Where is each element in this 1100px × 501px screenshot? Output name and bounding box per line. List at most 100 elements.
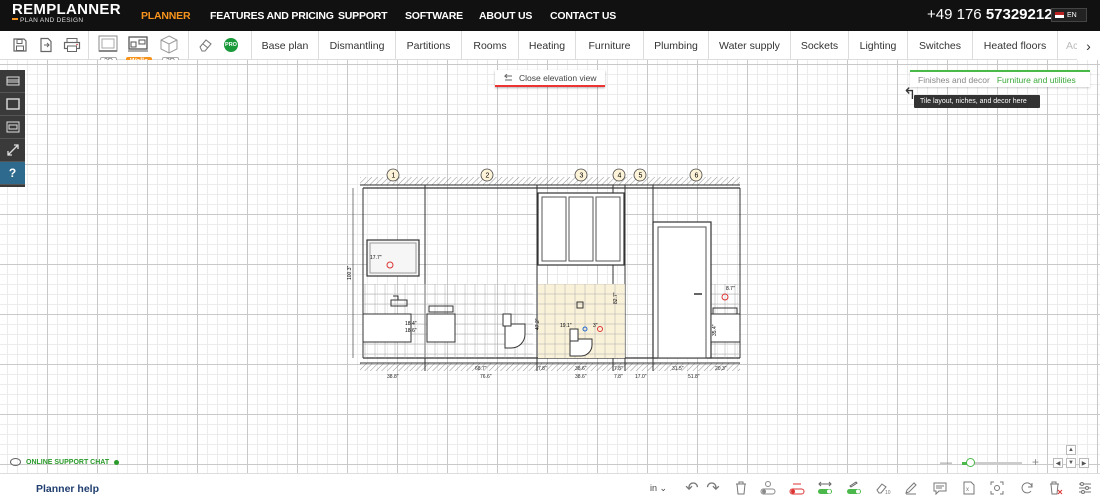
zoom-out-button[interactable]: — [940,455,952,469]
tab-heated-floors[interactable]: Heated floors [972,31,1057,60]
tab-lighting[interactable]: Lighting [848,31,907,60]
nav-support[interactable]: SUPPORT [338,10,388,22]
dim-bottom-17-0: 17.0" [635,374,647,380]
nav-contact-us[interactable]: CONTACT US [550,10,616,22]
pan-left-icon[interactable]: ◀ [1053,458,1063,468]
redo-icon[interactable]: ↷ [704,480,722,497]
tab-dismantling[interactable]: Dismantling [318,31,395,60]
bottom-bar: Planner help in ⌄ ↶ ↷ 10 x [0,473,1100,501]
mirror: 17.7" [366,239,420,277]
print-icon[interactable] [63,36,81,54]
dim-82-7: 82.7" [613,292,619,304]
settings-sliders-icon[interactable] [1076,480,1094,496]
support-chat-label: ONLINE SUPPORT CHAT [26,459,110,466]
focus-icon[interactable] [988,480,1006,496]
undo-icon[interactable]: ↶ [683,480,701,497]
flag-icon [1055,12,1064,18]
tab-water-supply[interactable]: Water supply [708,31,790,60]
language-selector[interactable]: EN [1051,8,1087,22]
pan-down-icon[interactable]: ▼ [1066,458,1076,468]
dim-19-1: 19.1" [560,323,572,329]
delete-all-icon[interactable] [1047,480,1065,496]
remplanner-logo[interactable]: REMPLANNER PLAN AND DESIGN [12,1,121,27]
chat-icon [10,458,21,466]
pro-badge[interactable]: PRO [224,38,238,52]
pan-right-icon[interactable]: ▶ [1079,458,1089,468]
online-status-dot [114,460,120,465]
eraser-10-icon[interactable]: 10 [874,480,892,496]
toggle-pencil-icon[interactable] [845,480,863,496]
comment-icon[interactable] [931,480,949,496]
left-tool-panel: ? [0,70,25,187]
axis-marker-4: 4 [618,173,622,180]
dim-bottom-76-6: 76.6" [480,374,492,380]
nav-planner[interactable]: PLANNER [141,10,191,22]
phone-number[interactable]: +49 176 57329212 [927,6,1053,23]
nav-features-pricing[interactable]: FEATURES AND PRICING [210,10,334,22]
tab-more[interactable]: Ac [1057,31,1079,60]
tab-partitions[interactable]: Partitions [395,31,461,60]
dim-bottom-20-3: 20.3" [715,366,727,372]
tab-sockets[interactable]: Sockets [790,31,848,60]
axis-marker-2: 2 [486,173,490,180]
help-button[interactable]: ? [0,162,25,185]
toggle-help-icon[interactable] [759,480,777,496]
tab-heating[interactable]: Heating [518,31,575,60]
logo-accent-bar [12,18,18,20]
return-icon [503,73,512,80]
dim-18-4: 18.4" [405,321,417,327]
dim-3: 3" [593,323,598,329]
nav-software[interactable]: SOFTWARE [405,10,463,22]
view-walls-button[interactable] [124,33,152,55]
svg-text:x: x [966,487,969,493]
tab-furniture[interactable]: Furniture [575,31,643,60]
wall-layers-icon[interactable] [0,70,25,93]
expand-icon[interactable] [0,139,25,162]
view-3d-button[interactable] [155,33,183,55]
tab-switches[interactable]: Switches [907,31,972,60]
toolbar-divider [88,31,89,60]
tab-furniture-utilities[interactable]: Furniture and utilities [997,75,1076,85]
dim-8-7: 8.7" [726,286,735,292]
pan-up-icon[interactable]: ▲ [1066,445,1076,455]
nav-about-us[interactable]: ABOUT US [479,10,532,22]
refresh-icon[interactable] [1018,480,1036,496]
close-elevation-button[interactable]: Close elevation view [495,70,605,87]
view-2d-button[interactable] [94,33,122,55]
dim-mirror: 17.7" [370,255,382,261]
axis-marker-1: 1 [392,173,396,180]
export-icon[interactable] [37,36,55,54]
zoom-slider-thumb[interactable] [966,458,975,467]
online-support-chat[interactable]: ONLINE SUPPORT CHAT [10,458,120,467]
zoom-in-button[interactable]: + [1032,455,1039,469]
phone-prefix: +49 176 [927,6,982,23]
logo-text: REMPLANNER [12,1,121,18]
tab-finishes-decor[interactable]: Finishes and decor [910,75,990,85]
window-icon[interactable] [0,116,25,139]
excel-export-icon[interactable]: x [960,480,978,496]
toggle-dimensions-icon[interactable] [816,480,834,496]
phone-main: 57329212 [985,6,1053,23]
unit-label: in [650,483,658,493]
toggle-hide-icon[interactable] [788,480,806,496]
top-nav-bar: REMPLANNER PLAN AND DESIGN PLANNER FEATU… [0,0,1100,31]
planner-help-link[interactable]: Planner help [36,483,99,495]
tab-base-plan[interactable]: Base plan [251,31,318,60]
dim-bottom-51-8: 51.8" [688,374,700,380]
dim-height-total: 100.3" [347,265,353,280]
dim-bottom-38-6-b: 38.6" [575,374,587,380]
chevron-right-icon[interactable]: › [1077,31,1100,60]
tab-rooms[interactable]: Rooms [461,31,518,60]
unit-selector[interactable]: in ⌄ [650,483,667,494]
tab-plumbing[interactable]: Plumbing [643,31,708,60]
svg-text:10: 10 [885,490,891,495]
trash-icon[interactable] [732,480,750,496]
eraser-icon[interactable] [196,36,214,54]
dim-bottom-38-6-a: 38.6" [575,366,587,372]
axis-marker-6: 6 [695,173,699,180]
frame-icon[interactable] [0,93,25,116]
save-icon[interactable] [11,36,29,54]
dim-35-4: 35.4" [712,324,718,336]
elevation-drawing[interactable]: 100.3" 1 2 3 4 5 6 17.7" 18.4" 18.6" 47. [345,164,745,380]
pencil-icon[interactable] [902,480,920,496]
